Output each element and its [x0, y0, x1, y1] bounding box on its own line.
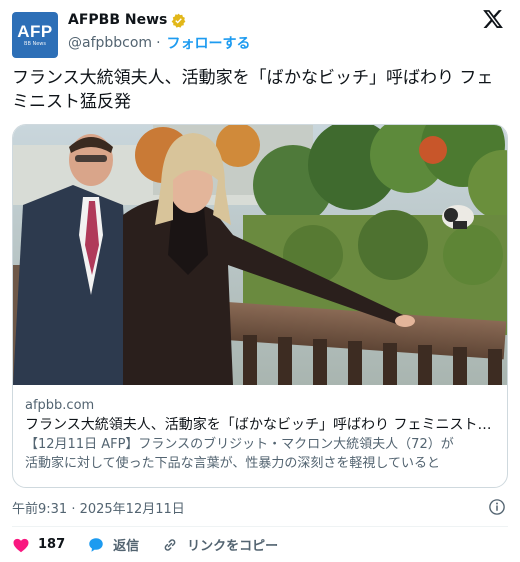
reply-button[interactable]: 返信 — [87, 535, 139, 554]
card-photo-illustration — [13, 125, 507, 385]
copy-link-label: リンクをコピー — [187, 539, 279, 554]
avatar-logo-subtext: BB News — [24, 41, 46, 47]
card-description-line-2: 活動家に対して使った下品な言葉が、性暴力の深刻さを軽視していると — [25, 456, 440, 471]
account-handle[interactable]: @afpbbcom — [68, 35, 152, 51]
tweet-header: AFP BB News AFPBB News @afpbbcom · フォローす… — [12, 8, 508, 58]
like-button[interactable]: 187 — [12, 536, 65, 554]
reply-label: 返信 — [113, 539, 140, 554]
info-icon[interactable] — [488, 498, 506, 516]
follow-button[interactable]: フォローする — [167, 33, 251, 53]
link-icon — [164, 538, 176, 551]
avatar-logo-text: AFP — [17, 22, 53, 41]
copy-link-button[interactable]: リンクをコピー — [161, 535, 278, 554]
tweet-text: フランス大統領夫人、活動家を「ばかなビッチ」呼ばわり フェミニスト猛反発 — [12, 68, 494, 112]
card-description: 【12月11日 AFP】フランスのブリジット・マクロン大統領夫人（72）が 活動… — [25, 435, 495, 473]
avatar[interactable]: AFP BB News — [12, 12, 58, 58]
account-name[interactable]: AFPBB News — [68, 12, 167, 28]
like-count: 187 — [38, 537, 66, 552]
verified-badge-icon — [171, 13, 186, 28]
heart-icon — [13, 538, 29, 552]
card-image[interactable] — [13, 125, 507, 385]
reply-bubble-icon — [89, 537, 103, 552]
divider — [12, 526, 508, 527]
name-row: AFPBB News — [68, 12, 186, 28]
tweet-timestamp[interactable]: 午前9:31 · 2025年12月11日 — [12, 498, 185, 517]
handle-row: @afpbbcom · フォローする — [68, 33, 251, 53]
card-title[interactable]: フランス大統領夫人、活動家を「ばかなビッチ」呼ばわり フェミニスト猛反発 — [25, 415, 495, 435]
link-card[interactable]: afpbb.com フランス大統領夫人、活動家を「ばかなビッチ」呼ばわり フェミ… — [12, 124, 508, 488]
card-description-line-1: 【12月11日 AFP】フランスのブリジット・マクロン大統領夫人（72）が — [25, 437, 454, 452]
separator-dot: · — [156, 35, 161, 51]
action-bar: 187 返信 リンクをコピー — [12, 535, 300, 554]
card-body: afpbb.com フランス大統領夫人、活動家を「ばかなビッチ」呼ばわり フェミ… — [13, 385, 507, 473]
card-domain: afpbb.com — [25, 398, 95, 413]
x-logo-icon[interactable] — [482, 8, 504, 30]
